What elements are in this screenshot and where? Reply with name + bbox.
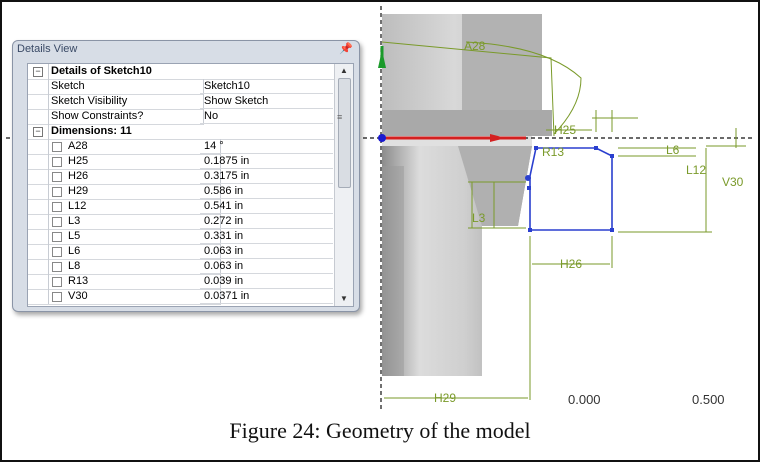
dimension-name: H29: [48, 184, 221, 200]
dimension-value[interactable]: 0.0371 in: [200, 289, 333, 304]
dim-h26-label: H26: [560, 257, 582, 271]
dim-l12-label: L12: [686, 163, 706, 177]
dimension-value[interactable]: 0.331 in: [200, 229, 333, 244]
dimension-row[interactable]: A28 14 °: [28, 139, 333, 155]
dimension-name: L6: [48, 244, 221, 260]
dimension-name: L5: [48, 229, 221, 245]
dimension-name: H25: [48, 154, 221, 170]
property-key: Show Constraints?: [48, 109, 204, 125]
details-header-label: Details of Sketch10: [48, 64, 336, 80]
details-view-panel: Details View 📌 − Details of Sketch10 Ske…: [12, 40, 360, 312]
dimension-name: L3: [48, 214, 221, 230]
dimension-row[interactable]: H25 0.1875 in: [28, 154, 333, 170]
dimension-value[interactable]: 14 °: [200, 139, 333, 154]
dimension-name: R13: [48, 274, 221, 290]
shaft-shadow: [382, 166, 404, 376]
dim-h25-label: H25: [554, 123, 576, 137]
dimension-name: L8: [48, 259, 221, 275]
dimension-row[interactable]: V30 0.0371 in: [28, 289, 333, 305]
dimension-row[interactable]: L8 0.063 in: [28, 259, 333, 275]
dimension-value[interactable]: 0.541 in: [200, 199, 333, 214]
scroll-down-icon[interactable]: ▼: [335, 292, 353, 306]
property-key: Sketch Visibility: [48, 94, 204, 110]
property-row[interactable]: Show Constraints? No: [28, 109, 333, 125]
collapse-icon[interactable]: −: [33, 67, 43, 77]
dim-h29-label: H29: [434, 391, 456, 405]
dim-l3-label: L3: [472, 211, 486, 225]
figure-frame: A28 H25 R13 L6 L12 V30 L3 H26 H29 0.000 …: [0, 0, 760, 462]
dimension-value[interactable]: 0.063 in: [200, 259, 333, 274]
property-value[interactable]: No: [200, 109, 333, 124]
ruler-end-label: 0.500: [692, 392, 725, 407]
scroll-grip-icon: ≡: [337, 112, 343, 122]
details-grid: − Details of Sketch10 Sketch Sketch10 Sk…: [27, 63, 354, 307]
property-row[interactable]: Sketch Visibility Show Sketch: [28, 94, 333, 110]
dimension-value[interactable]: 0.063 in: [200, 244, 333, 259]
vertical-scrollbar[interactable]: ▲ ≡ ▼: [334, 64, 353, 306]
property-value[interactable]: Show Sketch: [200, 94, 333, 109]
property-value[interactable]: Sketch10: [200, 79, 333, 94]
collapse-icon[interactable]: −: [33, 127, 43, 137]
panel-title: Details View: [17, 43, 78, 55]
figure-caption: Figure 24: Geometry of the model: [229, 418, 531, 443]
property-row[interactable]: Sketch Sketch10: [28, 79, 333, 95]
dim-v30-label: V30: [722, 175, 744, 189]
property-key: Sketch: [48, 79, 204, 95]
dimension-row[interactable]: H26 0.3175 in: [28, 169, 333, 185]
sketch-profile: [529, 147, 613, 231]
dimension-name: V30: [48, 289, 221, 305]
dimension-value[interactable]: 0.1875 in: [200, 154, 333, 169]
dimension-name: L12: [48, 199, 221, 215]
dimension-value[interactable]: 0.3175 in: [200, 169, 333, 184]
dimensions-header-label: Dimensions: 11: [48, 124, 336, 140]
dimension-value[interactable]: 0.039 in: [200, 274, 333, 289]
dim-r13-label: R13: [542, 145, 564, 159]
dimension-row[interactable]: L12 0.541 in: [28, 199, 333, 215]
dim-a28-label: A28: [464, 39, 486, 53]
scroll-up-icon[interactable]: ▲: [335, 64, 353, 78]
scrollbar-thumb[interactable]: [338, 78, 351, 188]
dimension-row[interactable]: L3 0.272 in: [28, 214, 333, 230]
dimension-row[interactable]: H29 0.586 in: [28, 184, 333, 200]
dim-l6-label: L6: [666, 143, 680, 157]
dimension-row[interactable]: L6 0.063 in: [28, 244, 333, 260]
dimension-name: A28: [48, 139, 221, 155]
dimension-value[interactable]: 0.272 in: [200, 214, 333, 229]
dimensions-header-row[interactable]: − Dimensions: 11: [28, 124, 336, 140]
upper-step: [382, 110, 552, 136]
origin-point: [378, 134, 386, 142]
pin-icon[interactable]: 📌: [339, 42, 353, 55]
graphics-viewport[interactable]: A28 H25 R13 L6 L12 V30 L3 H26 H29 0.000 …: [6, 6, 754, 412]
dimension-name: H26: [48, 169, 221, 185]
dimension-value[interactable]: 0.586 in: [200, 184, 333, 199]
ruler-start-label: 0.000: [568, 392, 601, 407]
dimension-row[interactable]: L5 0.331 in: [28, 229, 333, 245]
upper-body-face: [462, 14, 542, 110]
dimension-row[interactable]: R13 0.039 in: [28, 274, 333, 290]
details-header-row[interactable]: − Details of Sketch10: [28, 64, 336, 80]
